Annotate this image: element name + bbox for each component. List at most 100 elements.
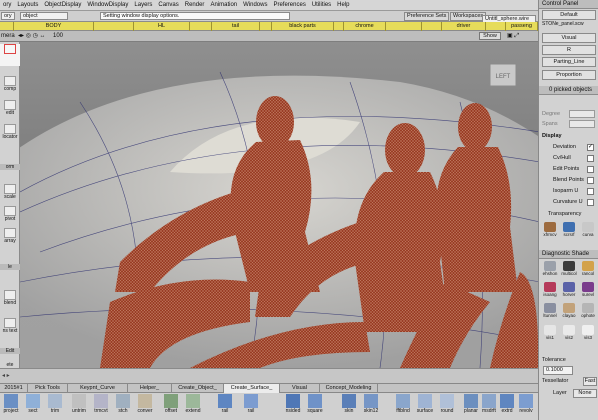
curva-tool[interactable]: curva bbox=[579, 222, 597, 240]
layer-tab[interactable] bbox=[486, 22, 506, 31]
menu-item-help[interactable]: Help bbox=[334, 2, 352, 8]
3d-viewport[interactable]: LEFT bbox=[20, 42, 538, 368]
tool-skin[interactable]: skin bbox=[338, 394, 360, 419]
display-curvature-u[interactable]: Curvature U bbox=[553, 198, 597, 207]
menu-item-utilities[interactable]: Utilities bbox=[309, 2, 334, 8]
shelf-tab-create-object[interactable]: Create_Object_ bbox=[172, 384, 224, 393]
tool-scale[interactable]: scale bbox=[0, 184, 20, 200]
tool-nsided[interactable]: nsided bbox=[282, 394, 304, 419]
tool-skin12[interactable]: skin12 bbox=[360, 394, 382, 419]
tool-extend[interactable]: extend bbox=[182, 394, 204, 419]
transparency-section[interactable]: Transparency bbox=[548, 210, 598, 219]
menu-item-windowdisplay[interactable]: WindowDisplay bbox=[84, 2, 131, 8]
degree-field[interactable] bbox=[569, 110, 595, 118]
tool-stch[interactable]: stch bbox=[112, 394, 134, 419]
shelf-tab-visual[interactable]: Visual bbox=[280, 384, 320, 393]
layer-black-parts[interactable]: black parts bbox=[272, 22, 334, 31]
layer-tab[interactable] bbox=[190, 22, 212, 31]
object-field[interactable]: object bbox=[20, 12, 68, 20]
layer-chrome[interactable]: chrome bbox=[344, 22, 386, 31]
default-button[interactable]: Default bbox=[542, 10, 596, 20]
display-cv-hull[interactable]: Cv/Hull bbox=[553, 154, 597, 163]
layer-select[interactable]: None bbox=[573, 389, 597, 398]
tool-edit[interactable]: edit bbox=[0, 100, 20, 116]
tool-project[interactable]: project bbox=[0, 394, 22, 419]
tool-trmcvt[interactable]: trmcvt bbox=[90, 394, 112, 419]
checkbox-checked[interactable]: ✓ bbox=[587, 144, 594, 151]
shelf-tab-2015[interactable]: 2015#1 bbox=[0, 384, 28, 393]
display-edit-points[interactable]: Edit Points bbox=[553, 165, 597, 174]
layer-hl[interactable]: HL bbox=[134, 22, 190, 31]
tool-untrim[interactable]: untrim bbox=[68, 394, 90, 419]
camera-label[interactable]: mera bbox=[1, 33, 15, 39]
diag-surevl[interactable]: surevl bbox=[579, 282, 597, 300]
shelf-tab-create-surface[interactable]: Create_Surface_ bbox=[224, 384, 280, 393]
tool-conver[interactable]: conver bbox=[134, 394, 156, 419]
diag-ltunnel[interactable]: ltunnel bbox=[541, 303, 559, 321]
diag-isoang[interactable]: isoang bbox=[541, 282, 559, 300]
tolerance-field[interactable]: 0.1000 bbox=[543, 366, 573, 375]
diag-vis1[interactable]: vis1 bbox=[541, 325, 559, 343]
diag-ophote[interactable]: ophote bbox=[579, 303, 597, 321]
section-transform[interactable]: orm bbox=[0, 164, 20, 170]
checkbox[interactable] bbox=[587, 177, 594, 184]
layer-tail[interactable]: tail bbox=[212, 22, 260, 31]
shelf-tab-concept-modeling[interactable]: Concept_Modeling bbox=[320, 384, 378, 393]
section-edit[interactable]: Edit bbox=[0, 348, 20, 354]
tool-rail-2[interactable]: rail bbox=[240, 394, 262, 419]
menu-item-objectdisplay[interactable]: ObjectDisplay bbox=[41, 2, 84, 8]
menu-item-preferences[interactable]: Preferences bbox=[270, 2, 308, 8]
layer-driver[interactable]: driver bbox=[442, 22, 486, 31]
history-field[interactable]: ory bbox=[1, 12, 15, 20]
show-button[interactable]: Show bbox=[479, 32, 501, 40]
display-blend-points[interactable]: Blend Points bbox=[553, 176, 597, 185]
view-cube[interactable]: LEFT bbox=[489, 63, 517, 87]
menu-item-animation[interactable]: Animation bbox=[207, 2, 240, 8]
menu-item-windows[interactable]: Windows bbox=[240, 2, 270, 8]
tool-fftblnd[interactable]: fftblnd bbox=[392, 394, 414, 419]
layer-body[interactable]: BODY bbox=[14, 22, 94, 31]
display-section-title[interactable]: Display bbox=[542, 132, 597, 141]
tool-round[interactable]: round bbox=[436, 394, 458, 419]
layer-tab[interactable] bbox=[334, 22, 344, 31]
tool-locator[interactable]: locator bbox=[0, 124, 20, 140]
tool-text[interactable]: ns text bbox=[0, 318, 20, 334]
display-deviation[interactable]: Deviation ✓ bbox=[553, 143, 597, 152]
diag-rancol[interactable]: rancol bbox=[579, 261, 597, 279]
menu-item-layouts[interactable]: Layouts bbox=[14, 2, 41, 8]
diag-vis2[interactable]: vis2 bbox=[560, 325, 578, 343]
layer-tab[interactable] bbox=[386, 22, 422, 31]
diag-vis3[interactable]: vis3 bbox=[579, 325, 597, 343]
menu-item-story[interactable]: ory bbox=[0, 2, 14, 8]
tessellator-select[interactable]: Fast bbox=[583, 377, 597, 386]
menu-item-canvas[interactable]: Canvas bbox=[155, 2, 181, 8]
checkbox[interactable] bbox=[587, 199, 594, 206]
visual-button[interactable]: Visual bbox=[542, 33, 596, 43]
viewport-nav-icons[interactable]: ◂▸ ◎ ◷ ↔ bbox=[18, 32, 46, 39]
layer-passenger[interactable]: passeng bbox=[506, 22, 538, 31]
menu-item-render[interactable]: Render bbox=[182, 2, 208, 8]
diag-clayao[interactable]: clayao bbox=[560, 303, 578, 321]
tool-sect[interactable]: sect bbox=[22, 394, 44, 419]
tool-transform[interactable] bbox=[0, 44, 20, 66]
diag-multicol[interactable]: multicol bbox=[560, 261, 578, 279]
tool-comp[interactable]: comp bbox=[0, 76, 20, 92]
layer-tab[interactable] bbox=[0, 22, 14, 31]
layer-tab[interactable] bbox=[94, 22, 134, 31]
spans-field[interactable] bbox=[569, 120, 595, 128]
tool-surface[interactable]: surface bbox=[414, 394, 436, 419]
viewport-window-icons[interactable]: ▣ ⤢ bbox=[507, 32, 519, 40]
workspaces-button[interactable]: Workspaces bbox=[450, 12, 487, 21]
proportion-button[interactable]: Proportion bbox=[542, 70, 596, 80]
diag-ehshon[interactable]: ehshon bbox=[541, 261, 559, 279]
parting-line-button[interactable]: Parting_Line bbox=[542, 57, 596, 67]
shelf-tab-helper[interactable]: Helper_ bbox=[128, 384, 172, 393]
tool-blend[interactable]: blend bbox=[0, 290, 20, 306]
tool-rail[interactable]: rail bbox=[214, 394, 236, 419]
tool-offset[interactable]: offset bbox=[160, 394, 182, 419]
scrsrf-tool[interactable]: scrsrf bbox=[560, 222, 578, 240]
r-button[interactable]: R bbox=[542, 45, 596, 55]
xfrmcv-tool[interactable]: xfrmcv bbox=[541, 222, 559, 240]
display-isoparm-u[interactable]: Isoparm U bbox=[553, 187, 597, 196]
tool-revolv[interactable]: revolv bbox=[515, 394, 537, 419]
